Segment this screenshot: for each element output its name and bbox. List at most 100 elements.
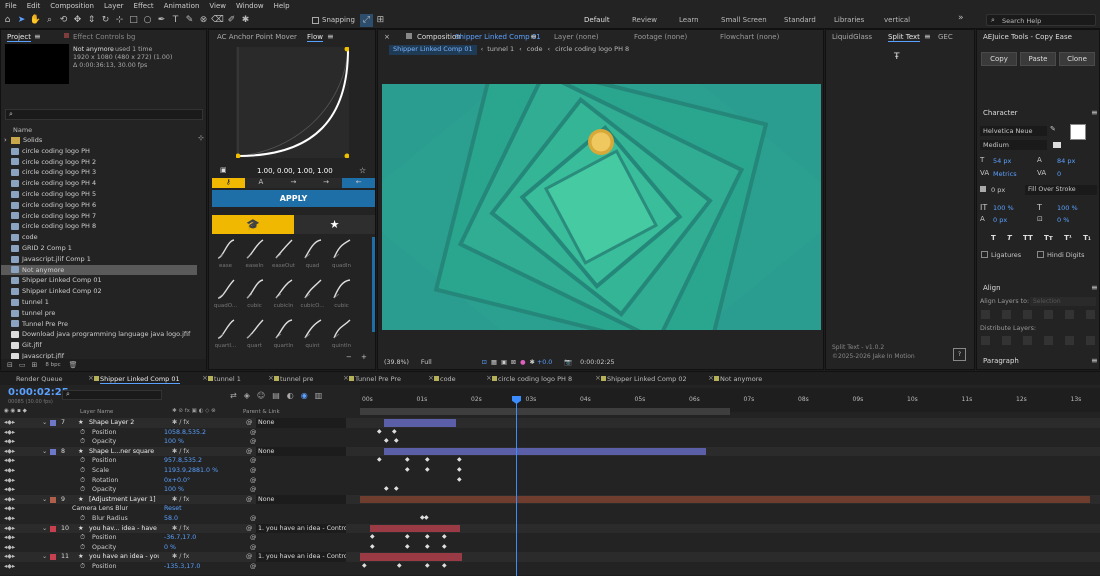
- menu-help[interactable]: Help: [269, 2, 295, 10]
- project-item[interactable]: Git.jfif: [1, 340, 197, 351]
- interpret-footage-icon[interactable]: ⊟: [7, 361, 13, 369]
- property-row[interactable]: ◂◆▸ ⏱ Rotation 0x+0.0° @ ◆: [0, 475, 1100, 486]
- keyframe-icon[interactable]: ◆: [457, 456, 462, 464]
- keyframe-icon[interactable]: ◆: [370, 543, 375, 551]
- chevron-down-icon[interactable]: ⌄: [42, 418, 47, 428]
- property-value[interactable]: 0x+0.0°: [164, 476, 190, 486]
- project-search-input[interactable]: ⌕: [5, 109, 203, 120]
- layer-duration-bar[interactable]: [384, 419, 456, 427]
- tab-gec[interactable]: GEC: [938, 33, 953, 41]
- kerning-value[interactable]: Metrics: [993, 170, 1017, 178]
- property-row[interactable]: ◂◆▸ ⏱ Position 957.8,535.2 @ ◆ ◆ ◆ ◆: [0, 456, 1100, 466]
- help-button[interactable]: ?: [953, 348, 966, 361]
- keyframe-icon[interactable]: ◆: [442, 562, 447, 570]
- keyframe-nav-icon[interactable]: ◂◆▸: [4, 524, 15, 534]
- align-vcenter-icon[interactable]: [1065, 310, 1074, 319]
- arrow-left-icon[interactable]: ←: [342, 178, 375, 188]
- stopwatch-icon[interactable]: ⏱: [80, 476, 85, 486]
- timeline-tab[interactable]: Shipper Linked Comp 01: [100, 375, 180, 384]
- search-help-box[interactable]: ⌕ Search Help: [986, 14, 1096, 26]
- rotate-tool-icon[interactable]: ↻: [99, 14, 112, 27]
- ease-preset-item[interactable]: easeIn: [240, 237, 269, 277]
- project-item[interactable]: tunnel 1: [1, 297, 197, 308]
- layer-switches-icon[interactable]: ✱ ∕ fx: [172, 447, 189, 457]
- breadcrumb-item[interactable]: circle coding logo PH 8: [555, 45, 629, 55]
- property-value[interactable]: 1058.8,535.2: [164, 428, 206, 438]
- keyframe-nav-icon[interactable]: ◂◆▸: [4, 437, 15, 447]
- project-item[interactable]: Javascript.jlif Comp 1: [1, 254, 197, 265]
- swap-colors-icon[interactable]: [1053, 142, 1061, 148]
- property-value[interactable]: 1193.9,2881.0 %: [164, 466, 218, 476]
- close-icon[interactable]: ×: [88, 374, 94, 382]
- font-size-value[interactable]: 54 px: [993, 157, 1011, 165]
- project-item[interactable]: GRID 2 Comp 1: [1, 243, 197, 254]
- project-item[interactable]: circle coding logo PH 3: [1, 167, 197, 178]
- workspace-learn[interactable]: Learn: [679, 16, 699, 24]
- keyframe-icon[interactable]: ◆: [425, 543, 430, 551]
- tab-layer[interactable]: Layer (none): [554, 33, 599, 41]
- keyframe-icon[interactable]: ◆: [392, 428, 397, 436]
- stopwatch-icon[interactable]: ⏱: [80, 428, 85, 438]
- workspace-review[interactable]: Review: [632, 16, 657, 24]
- workspace-libraries[interactable]: Libraries: [834, 16, 864, 24]
- new-comp-icon[interactable]: ⊞: [32, 361, 38, 369]
- keyframe-nav-icon[interactable]: ◂◆▸: [4, 562, 15, 572]
- close-icon[interactable]: ×: [595, 374, 601, 382]
- star-icon[interactable]: ☆: [359, 166, 366, 175]
- ease-preset-item[interactable]: cubicO...: [298, 277, 327, 317]
- stroke-mode-dropdown[interactable]: Fill Over Stroke: [1025, 185, 1097, 195]
- property-value[interactable]: 100 %: [164, 485, 184, 495]
- keyframe-nav-icon[interactable]: ◂◆▸: [4, 533, 15, 543]
- label-color-icon[interactable]: [50, 420, 56, 426]
- eraser-tool-icon[interactable]: ⌫: [211, 14, 224, 27]
- comp-mini-flowchart-icon[interactable]: ⇄: [230, 391, 237, 400]
- ease-preset-item[interactable]: quad: [298, 237, 327, 277]
- panel-menu-icon[interactable]: ≡: [1091, 356, 1098, 365]
- breadcrumb-item-current[interactable]: Shipper Linked Comp 01: [389, 45, 477, 55]
- playhead[interactable]: [516, 396, 517, 576]
- pickwhip-icon[interactable]: @: [250, 485, 256, 495]
- text-icon[interactable]: Ŧ: [894, 52, 900, 62]
- menu-file[interactable]: File: [0, 2, 22, 10]
- keyframe-icon[interactable]: ◆: [425, 466, 430, 474]
- close-icon[interactable]: ×: [708, 374, 714, 382]
- pan-tool-icon[interactable]: ✥: [71, 14, 84, 27]
- label-color-icon[interactable]: [50, 554, 56, 561]
- text-tool-icon[interactable]: T: [169, 14, 182, 27]
- project-item[interactable]: Shipper Linked Comp 02: [1, 286, 197, 297]
- flowchart-icon[interactable]: ⊹: [198, 134, 204, 142]
- property-row[interactable]: ◂◆▸ ⏱ Opacity 100 % @ ◆ ◆: [0, 485, 1100, 495]
- stopwatch-icon[interactable]: ⏱: [80, 437, 85, 447]
- presets-scrollbar[interactable]: [372, 237, 375, 332]
- tab-flowchart[interactable]: Flowchart (none): [720, 33, 779, 41]
- align-left-icon[interactable]: [981, 310, 990, 319]
- property-row[interactable]: ◂◆▸ Camera Lens Blur Reset: [0, 504, 1100, 514]
- property-row[interactable]: ◂◆▸ ⏱ Blur Radius 58.0 @ ◆ ◆: [0, 514, 1100, 524]
- shape-tool-icon[interactable]: □: [127, 14, 140, 27]
- timeline-search-input[interactable]: ⌕: [62, 390, 162, 400]
- stopwatch-icon[interactable]: ⏱: [80, 543, 85, 553]
- keyframe-icon[interactable]: ◆: [370, 533, 375, 541]
- menu-window[interactable]: Window: [231, 2, 269, 10]
- panel-menu-icon[interactable]: ≡: [1091, 283, 1098, 292]
- layer-name[interactable]: [Adjustment Layer 1]: [89, 495, 159, 505]
- keyframe-icon[interactable]: ◆: [394, 437, 399, 445]
- tab-ac-anchor-point-mover[interactable]: AC Anchor Point Mover: [217, 33, 297, 41]
- keyframe-icon[interactable]: ◆: [377, 428, 382, 436]
- project-item[interactable]: Tunnel Pre Pre: [1, 319, 197, 330]
- col-parent-link[interactable]: Parent & Link: [243, 409, 280, 415]
- pickwhip-icon[interactable]: @: [250, 428, 256, 438]
- favorites-tab-star-icon[interactable]: ★: [294, 215, 375, 234]
- transparency-icon[interactable]: ⊠: [511, 359, 516, 366]
- project-item[interactable]: circle coding logo PH 2: [1, 157, 197, 168]
- layer-row[interactable]: ◂◆▸ ⌄ 10 ★ you hav... idea - have ✱ ∕ fx @1. y…: [0, 523, 1100, 534]
- col-layer-name[interactable]: Layer Name: [80, 409, 113, 415]
- tsume-value[interactable]: 0 %: [1057, 216, 1069, 224]
- selection-tool-icon[interactable]: ➤: [15, 14, 28, 27]
- ease-preset-item[interactable]: quadIn: [327, 237, 356, 277]
- tab-project[interactable]: Project: [7, 33, 31, 42]
- pickwhip-icon[interactable]: @: [246, 447, 252, 457]
- brush-tool-icon[interactable]: ✎: [183, 14, 196, 27]
- layer-name[interactable]: you hav... idea - have: [89, 524, 159, 534]
- layer-name[interactable]: you have an idea - you: [89, 552, 159, 562]
